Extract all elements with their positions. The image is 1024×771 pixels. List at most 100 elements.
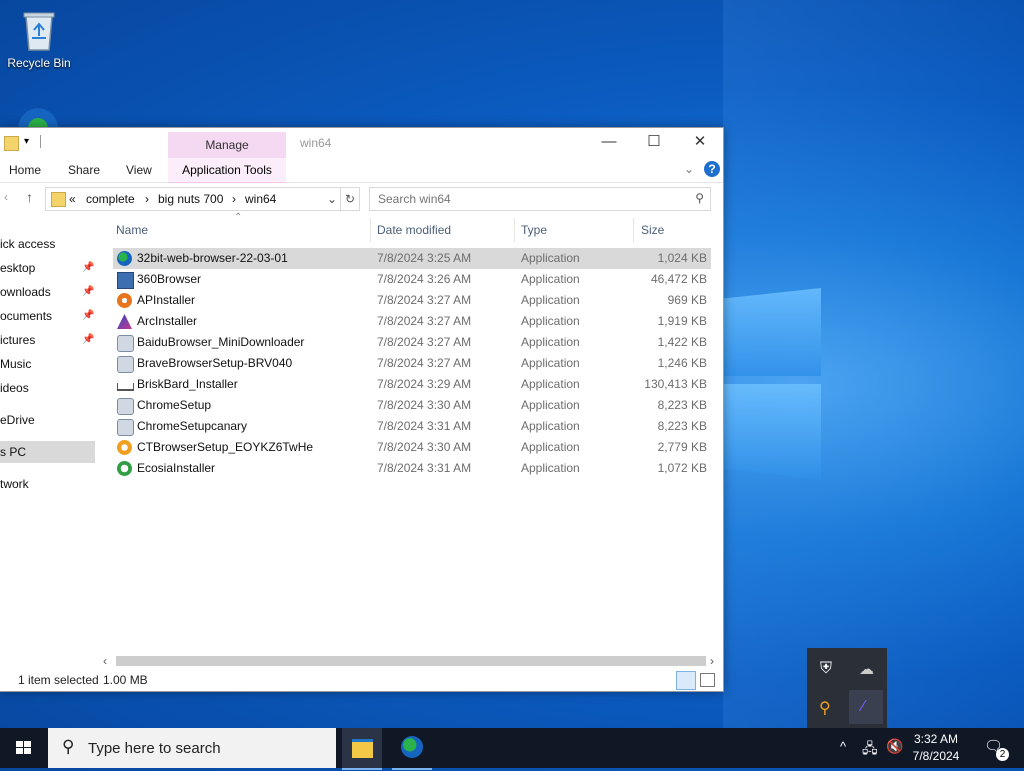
refresh-icon[interactable]: ↻ [340,188,359,210]
search-input[interactable] [376,189,680,209]
search-tool-icon[interactable]: ⚲ [819,698,831,718]
nav-music[interactable]: Music [0,353,95,375]
tab-application-tools[interactable]: Application Tools [168,158,286,183]
clock[interactable]: 3:32 AM 7/8/2024 [906,728,970,768]
file-type: Application [521,461,580,475]
taskbar-search-box[interactable]: ⚲ Type here to search [48,728,336,768]
breadcrumb-prefix[interactable]: « [69,192,76,206]
ribbon-expand-icon[interactable]: ⌄ [684,162,694,176]
column-name[interactable]: Name [116,223,148,237]
column-size[interactable]: Size [641,223,664,237]
windows-logo-wallpaper [723,288,823,480]
search-box[interactable]: ⚲ [369,187,711,211]
recycle-bin-icon [20,8,58,52]
browser-desktop-icon[interactable] [0,104,76,128]
file-row[interactable]: 32bit-web-browser-22-03-01 7/8/2024 3:25… [113,248,711,269]
file-explorer-window[interactable]: ▾ Manage win64 — ☐ ✕ Home Share View App… [0,127,724,692]
file-row[interactable]: APInstaller 7/8/2024 3:27 AM Application… [113,290,711,311]
nav-quick-access[interactable]: ick access [0,233,95,255]
nav-label: esktop [0,261,36,275]
help-icon[interactable]: ? [704,161,720,177]
pin-icon: 📌 [82,286,95,297]
title-bar[interactable]: ▾ Manage win64 — ☐ ✕ [0,128,723,158]
column-type[interactable]: Type [521,223,547,237]
file-type: Application [521,440,580,454]
manage-tab[interactable]: Manage [168,132,286,158]
cloud-offline-icon[interactable]: ☁ [859,660,874,678]
clock-date: 7/8/2024 [912,749,960,763]
search-icon[interactable]: ⚲ [695,191,704,205]
navigation-pane: ick access esktop 📌 ownloads 📌 ocuments 📌 i… [0,224,100,654]
nav-label: ick access [0,237,56,251]
horizontal-scrollbar[interactable]: ‹ › [100,654,723,668]
shield-warning-icon[interactable]: ⛨ [820,660,832,678]
recycle-bin-desktop-icon[interactable]: Recycle Bin [1,8,77,70]
nav-onedrive[interactable]: eDrive [0,409,95,431]
nav-this-pc[interactable]: s PC [0,441,95,463]
file-date: 7/8/2024 3:27 AM [377,293,472,307]
nav-videos[interactable]: ideos [0,377,95,399]
column-date-modified[interactable]: Date modified [377,223,451,237]
file-row[interactable]: ArcInstaller 7/8/2024 3:27 AM Applicatio… [113,311,711,332]
start-button[interactable] [0,728,48,768]
quick-access-dropdown-icon[interactable]: ▾ [24,136,29,147]
nav-desktop[interactable]: esktop 📌 [0,257,95,279]
tab-share[interactable]: Share [68,163,100,177]
up-arrow-icon[interactable]: ↑ [26,189,33,205]
file-explorer-taskbar-button[interactable] [342,728,382,770]
download-tray-icon [117,383,134,391]
volume-muted-icon[interactable]: 🔇 [886,738,903,755]
file-row[interactable]: EcosiaInstaller 7/8/2024 3:31 AM Applica… [113,458,711,479]
file-size: 8,223 KB [657,419,707,433]
scroll-right-icon[interactable]: › [710,654,714,668]
file-row[interactable]: ChromeSetup 7/8/2024 3:30 AM Application… [113,395,711,416]
address-bar[interactable]: « complete › big nuts 700 › win64 ⌄ ↻ [45,187,360,211]
tab-home[interactable]: Home [9,163,41,177]
file-row[interactable]: BraveBrowserSetup-BRV040 7/8/2024 3:27 A… [113,353,711,374]
file-name: BaiduBrowser_MiniDownloader [137,335,305,349]
tab-view[interactable]: View [126,163,152,177]
details-view-icon[interactable] [676,671,696,690]
pin-icon: 📌 [82,334,95,345]
show-hidden-icons-icon[interactable]: ^ [840,739,846,754]
action-center-button[interactable]: 🗨 2 [978,728,1018,768]
scrollbar-thumb[interactable] [116,656,706,666]
file-size: 2,779 KB [657,440,707,454]
network-icon[interactable]: 🖧 [862,738,878,762]
column-divider[interactable] [514,218,515,242]
file-row[interactable]: ChromeSetupcanary 7/8/2024 3:31 AM Appli… [113,416,711,437]
nav-network[interactable]: twork [0,473,95,495]
app-tray-icon[interactable]: ∕ [849,690,883,724]
close-button[interactable]: ✕ [677,128,723,158]
breadcrumb-complete[interactable]: complete [86,192,135,206]
nav-pictures[interactable]: ictures 📌 [0,329,95,351]
nav-label: Music [0,357,32,371]
notification-badge: 2 [996,748,1009,761]
file-name: 360Browser [137,272,202,286]
file-row[interactable]: CTBrowserSetup_EOYKZ6TwHe 7/8/2024 3:30 … [113,437,711,458]
minimize-button[interactable]: — [586,128,632,158]
orange-gear-icon [117,293,132,308]
file-row[interactable]: BriskBard_Installer 7/8/2024 3:29 AM App… [113,374,711,395]
column-divider[interactable] [633,218,634,242]
file-row[interactable]: 360Browser 7/8/2024 3:26 AM Application … [113,269,711,290]
maximize-button[interactable]: ☐ [631,128,677,158]
nav-downloads[interactable]: ownloads 📌 [0,281,95,303]
setup-icon [117,356,134,373]
scroll-left-icon[interactable]: ‹ [103,654,107,668]
address-dropdown-icon[interactable]: ⌄ [327,192,337,206]
file-name: 32bit-web-browser-22-03-01 [137,251,288,265]
setup-icon [117,398,134,415]
file-type: Application [521,398,580,412]
title-separator [40,135,41,148]
nav-documents[interactable]: ocuments 📌 [0,305,95,327]
breadcrumb-big-nuts[interactable]: big nuts 700 [158,192,223,206]
breadcrumb-win64[interactable]: win64 [245,192,276,206]
back-arrow-icon[interactable]: ‹ [4,190,8,204]
file-name: APInstaller [137,293,196,307]
large-icons-view-icon[interactable] [700,673,715,687]
column-divider[interactable] [370,218,371,242]
file-row[interactable]: BaiduBrowser_MiniDownloader 7/8/2024 3:2… [113,332,711,353]
browser-taskbar-button[interactable] [392,728,432,770]
globe-icon [401,736,423,758]
